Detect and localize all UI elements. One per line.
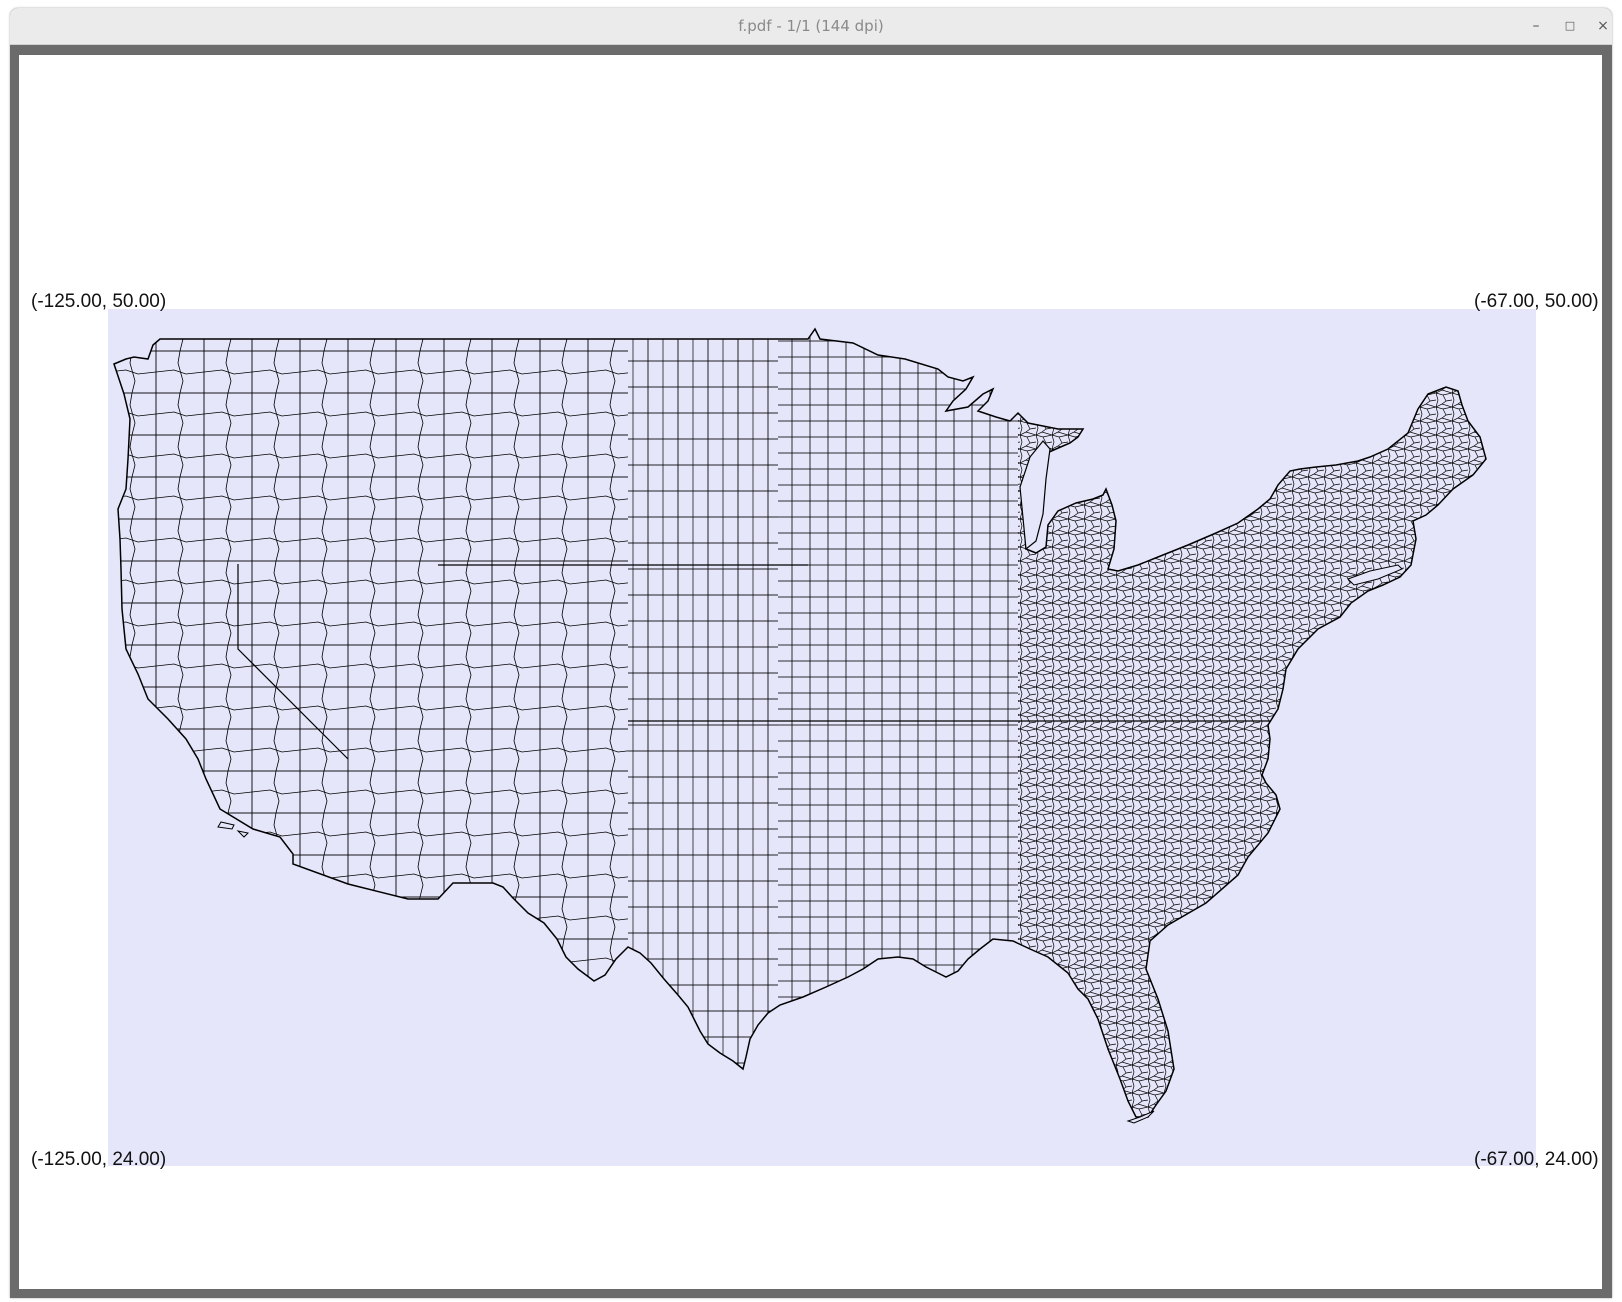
minimize-button[interactable]: – bbox=[1524, 14, 1548, 38]
corner-label-top-right: (-67.00, 50.00) bbox=[1474, 291, 1599, 312]
corner-label-bottom-left: (-125.00, 24.00) bbox=[31, 1149, 167, 1170]
window-title: f.pdf - 1/1 (144 dpi) bbox=[738, 17, 884, 35]
maximize-button[interactable]: □ bbox=[1558, 14, 1582, 38]
corner-label-bottom-right: (-67.00, 24.00) bbox=[1474, 1149, 1599, 1170]
channel-island bbox=[236, 830, 250, 838]
us-county-map bbox=[113, 328, 1487, 1124]
east-region-counties bbox=[1018, 329, 1486, 1117]
midwest-region-counties bbox=[778, 329, 1018, 1117]
corner-label-top-left: (-125.00, 50.00) bbox=[31, 291, 167, 312]
close-button[interactable]: × bbox=[1591, 14, 1612, 38]
channel-island bbox=[217, 821, 235, 830]
document-page[interactable]: (-125.00, 50.00) (-67.00, 50.00) (-125.0… bbox=[19, 55, 1602, 1289]
plains-region-counties bbox=[628, 329, 778, 1117]
title-bar[interactable]: f.pdf - 1/1 (144 dpi) – □ × bbox=[10, 8, 1612, 45]
pdf-viewer-window: f.pdf - 1/1 (144 dpi) – □ × (-125.00, 50… bbox=[10, 8, 1612, 1298]
west-region-counties bbox=[114, 329, 628, 1117]
